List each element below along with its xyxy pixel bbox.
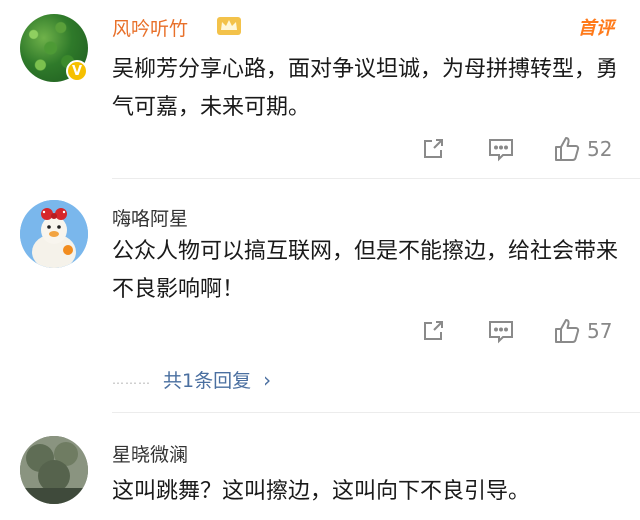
comment-button[interactable]: [487, 316, 515, 346]
comment-icon: [489, 321, 513, 344]
username[interactable]: 风吟听竹: [112, 14, 188, 41]
username[interactable]: 星晓微澜: [112, 440, 188, 467]
divider: [112, 178, 640, 179]
avatar[interactable]: [20, 436, 88, 504]
comment-button[interactable]: [487, 134, 515, 164]
like-count: 52: [587, 137, 613, 161]
like-count: 57: [587, 319, 613, 343]
chevron-right-icon: ›: [263, 367, 272, 392]
like-icon: [555, 137, 580, 161]
like-button[interactable]: 57: [553, 316, 612, 346]
avatar-image: [20, 200, 88, 268]
avatar[interactable]: [20, 200, 88, 268]
comment-text: 公众人物可以搞互联网，但是不能擦边，给社会带来不良影响啊！: [112, 239, 619, 302]
share-icon: [424, 321, 443, 340]
comment-actions: 52: [0, 134, 640, 164]
like-icon: [555, 319, 580, 343]
first-comment-tag: 首评: [578, 18, 614, 39]
share-button[interactable]: [420, 134, 446, 164]
comment-actions: 57: [0, 316, 640, 346]
share-icon: [424, 139, 443, 158]
like-button[interactable]: 52: [553, 134, 612, 164]
crown-badge-icon: [217, 17, 241, 35]
comment-text: 吴柳芳分享心路，面对争议坦诚，为母拼搏转型，勇气可嘉，未来可期。: [112, 57, 619, 120]
replies-dots: ………: [112, 372, 151, 387]
username[interactable]: 嗨咯阿星: [112, 204, 188, 231]
comment-icon: [489, 139, 513, 162]
divider: [112, 412, 640, 413]
view-replies-link[interactable]: ……… 共1条回复 ›: [112, 366, 271, 393]
verified-badge-icon: V: [66, 60, 88, 82]
replies-label[interactable]: 共1条回复: [163, 366, 251, 393]
avatar-image: [20, 436, 88, 504]
comment-text: 这叫跳舞？这叫擦边，这叫向下不良引导。: [112, 479, 531, 504]
share-button[interactable]: [420, 316, 446, 346]
